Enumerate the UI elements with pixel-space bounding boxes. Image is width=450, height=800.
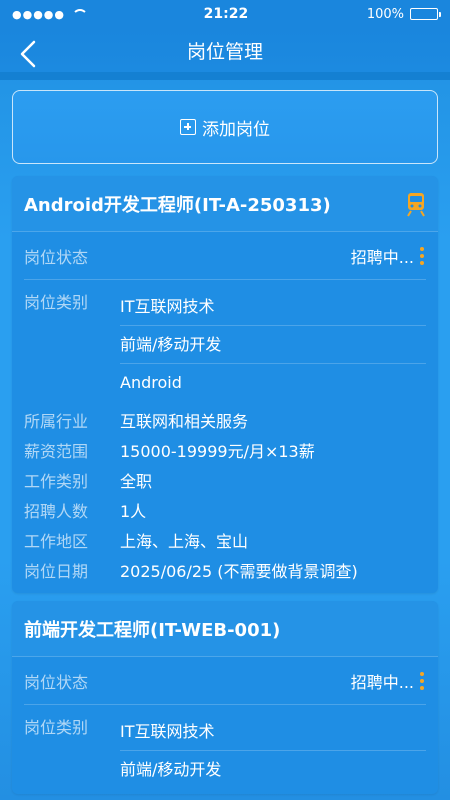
job-card-header: 前端开发工程师(IT-WEB-001) xyxy=(12,601,438,657)
salary-label: 薪资范围 xyxy=(24,442,89,461)
job-card[interactable]: Android开发工程师(IT-A-250313) 岗位状态 招聘中... 岗位… xyxy=(12,176,438,593)
back-button[interactable] xyxy=(16,40,42,68)
category-row: 岗位类别 IT互联网技术 前端/移动开发 xyxy=(24,713,426,788)
status-right: 100% xyxy=(366,6,441,22)
battery-percent: 100% xyxy=(366,6,404,22)
date-label: 岗位日期 xyxy=(24,562,89,581)
count-row: 招聘人数 1人 xyxy=(24,497,426,527)
salary-row: 薪资范围 15000-19999元/月×13薪 xyxy=(24,437,426,467)
count-value: 1人 xyxy=(120,502,147,521)
status-row: 岗位状态 招聘中... xyxy=(24,657,426,705)
content: 添加岗位 Android开发工程师(IT-A-250313) 岗位状态 招聘中.… xyxy=(0,80,450,794)
location-label: 工作地区 xyxy=(24,532,89,551)
wifi-icon xyxy=(71,9,88,19)
status-text: 招聘中... xyxy=(350,247,414,267)
more-icon[interactable] xyxy=(418,671,426,690)
job-title: 前端开发工程师(IT-WEB-001) xyxy=(24,619,281,641)
location-row: 工作地区 上海、上海、宝山 xyxy=(24,527,426,557)
status-row: 岗位状态 招聘中... xyxy=(24,232,426,280)
status-value: 招聘中... xyxy=(351,244,426,268)
status-time: 21:22 xyxy=(203,6,249,22)
industry-label: 所属行业 xyxy=(24,412,89,431)
signal-icon: ●●●●● xyxy=(12,7,65,21)
add-job-button[interactable]: 添加岗位 xyxy=(12,90,438,164)
battery-icon xyxy=(410,8,441,20)
plus-square-icon xyxy=(180,119,196,135)
date-row: 岗位日期 2025/06/25 (不需要做背景调查) xyxy=(24,557,426,587)
category-label: 岗位类别 xyxy=(24,718,89,737)
industry-row: 所属行业 互联网和相关服务 xyxy=(24,407,426,437)
nav-bar: 岗位管理 xyxy=(0,28,450,80)
status-left: ●●●●● xyxy=(12,7,88,21)
page-title: 岗位管理 xyxy=(186,40,263,63)
type-value: 全职 xyxy=(120,472,153,491)
status-label: 岗位状态 xyxy=(24,247,89,267)
category-values: IT互联网技术 前端/移动开发 Android xyxy=(120,288,426,401)
add-job-label: 添加岗位 xyxy=(202,119,270,140)
industry-value: 互联网和相关服务 xyxy=(120,412,249,431)
category-item: Android xyxy=(120,373,182,392)
status-text: 招聘中... xyxy=(350,672,414,692)
job-card-body: 岗位状态 招聘中... 岗位类别 IT互联网技术 前端/移动开发 Android… xyxy=(12,232,438,593)
category-label: 岗位类别 xyxy=(24,293,89,312)
date-value: 2025/06/25 (不需要做背景调查) xyxy=(120,562,358,581)
chevron-left-icon xyxy=(20,40,36,68)
category-item: IT互联网技术 xyxy=(120,713,426,751)
type-row: 工作类别 全职 xyxy=(24,467,426,497)
status-label: 岗位状态 xyxy=(24,672,89,692)
location-value: 上海、上海、宝山 xyxy=(120,532,249,551)
job-card[interactable]: 前端开发工程师(IT-WEB-001) 岗位状态 招聘中... 岗位类别 IT互… xyxy=(12,601,438,794)
status-bar: ●●●●● 21:22 100% xyxy=(0,0,450,28)
category-item: IT互联网技术 xyxy=(120,288,426,326)
job-card-body: 岗位状态 招聘中... 岗位类别 IT互联网技术 前端/移动开发 xyxy=(12,657,438,794)
status-value: 招聘中... xyxy=(351,669,426,693)
more-icon[interactable] xyxy=(418,246,426,265)
train-icon xyxy=(407,192,425,217)
job-card-header: Android开发工程师(IT-A-250313) xyxy=(12,176,438,232)
category-item: 前端/移动开发 xyxy=(120,760,222,779)
type-label: 工作类别 xyxy=(24,472,89,491)
salary-value: 15000-19999元/月×13薪 xyxy=(120,442,315,461)
job-title: Android开发工程师(IT-A-250313) xyxy=(24,194,331,216)
count-label: 招聘人数 xyxy=(24,502,89,521)
category-values: IT互联网技术 前端/移动开发 xyxy=(120,713,426,788)
category-item: 前端/移动开发 xyxy=(120,326,426,364)
category-row: 岗位类别 IT互联网技术 前端/移动开发 Android xyxy=(24,288,426,401)
